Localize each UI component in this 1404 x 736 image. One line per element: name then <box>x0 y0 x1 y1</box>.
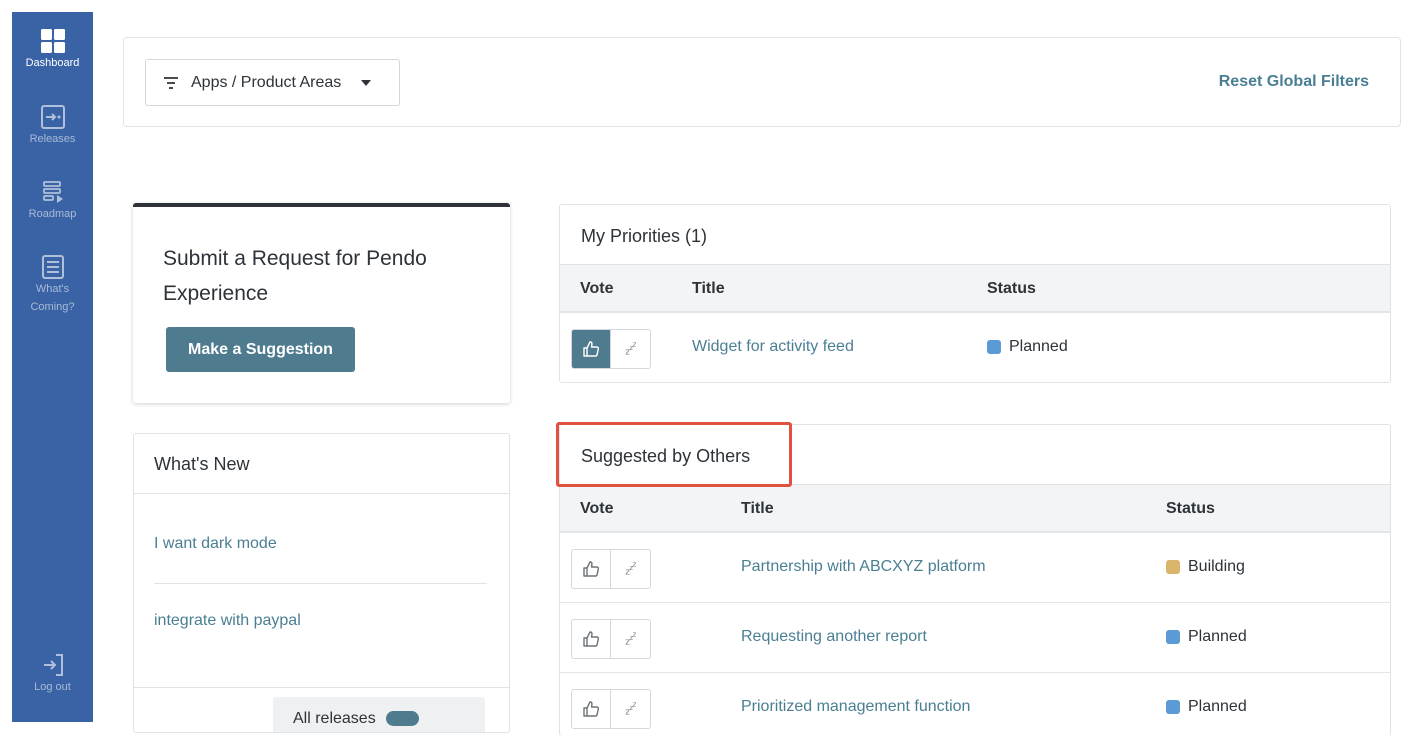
roadmap-icon <box>42 181 63 203</box>
thumbs-up-icon <box>583 631 600 647</box>
column-header-title: Title <box>692 280 725 297</box>
whats-coming-icon <box>41 255 64 279</box>
column-header-title: Title <box>741 500 774 517</box>
column-header-status: Status <box>987 280 1036 297</box>
table-header: Vote Title Status <box>560 265 1390 313</box>
snooze-icon: zzz <box>625 630 636 648</box>
table-row: zzz Partnership with ABCXYZ platform Bui… <box>560 533 1390 603</box>
vote-buttons: zzz <box>571 689 651 729</box>
upvote-button[interactable] <box>572 620 612 658</box>
sidebar-item-roadmap[interactable]: Roadmap <box>12 179 93 223</box>
sidebar-item-label: What's Coming? <box>30 283 75 313</box>
all-releases-button[interactable]: All releases <box>273 697 485 732</box>
status-dot <box>1166 630 1180 644</box>
status-label: Planned <box>1188 698 1247 715</box>
sidebar-item-label: Dashboard <box>25 57 80 69</box>
status-label: Planned <box>1009 338 1068 355</box>
row-title-link[interactable]: Requesting another report <box>741 628 927 646</box>
vote-buttons: zzz <box>571 549 651 589</box>
status-dot <box>1166 700 1180 714</box>
thumbs-up-icon <box>583 701 600 717</box>
sidebar-item-label: Releases <box>29 133 76 145</box>
suggested-by-others-title: Suggested by Others <box>560 425 1390 485</box>
snooze-button[interactable]: zzz <box>611 550 650 588</box>
row-title-link[interactable]: Partnership with ABCXYZ platform <box>741 558 986 576</box>
status-label: Planned <box>1188 628 1247 645</box>
logout-label: Log out <box>34 681 71 693</box>
table-row: zzz Prioritized management function Plan… <box>560 673 1390 736</box>
table-header: Vote Title Status <box>560 485 1390 533</box>
upvote-button[interactable] <box>572 690 612 728</box>
row-title-link[interactable]: Widget for activity feed <box>692 338 854 356</box>
snooze-icon: zzz <box>625 700 636 718</box>
status-dot <box>987 340 1001 354</box>
snooze-button[interactable]: zzz <box>611 690 650 728</box>
table-row: zzz Widget for activity feed Planned <box>560 313 1390 382</box>
status-badge: Planned <box>1166 628 1247 646</box>
status-badge: Building <box>1166 558 1245 576</box>
snooze-button[interactable]: zzz <box>611 620 650 658</box>
status-badge: Planned <box>987 338 1068 356</box>
divider <box>154 583 487 584</box>
upvote-button[interactable] <box>572 330 612 368</box>
suggested-by-others-table: Suggested by Others Vote Title Status zz… <box>559 424 1391 736</box>
thumbs-up-icon <box>583 341 600 357</box>
snooze-icon: zzz <box>625 560 636 578</box>
submit-request-title: Submit a Request for Pendo Experience <box>163 247 427 305</box>
column-header-vote: Vote <box>580 500 614 517</box>
divider <box>134 687 509 688</box>
status-badge: Planned <box>1166 698 1247 716</box>
grid-icon <box>40 29 65 53</box>
my-priorities-title: My Priorities (1) <box>560 205 1390 265</box>
product-areas-label: Apps / Product Areas <box>191 73 342 91</box>
product-areas-dropdown[interactable]: Apps / Product Areas <box>145 59 400 106</box>
upvote-button[interactable] <box>572 550 612 588</box>
table-row: zzz Requesting another report Planned <box>560 603 1390 673</box>
sidebar-item-whats-coming[interactable]: What's Coming? <box>12 254 93 316</box>
snooze-button[interactable]: zzz <box>611 330 650 368</box>
releases-badge <box>386 711 419 727</box>
sidebar-item-dashboard[interactable]: Dashboard <box>12 28 93 72</box>
make-suggestion-button[interactable]: Make a Suggestion <box>166 327 355 372</box>
status-dot <box>1166 560 1180 574</box>
whats-new-item[interactable]: integrate with paypal <box>154 612 301 630</box>
vote-buttons: zzz <box>571 619 651 659</box>
sidebar-item-label: Roadmap <box>28 208 77 220</box>
logout-icon <box>43 654 63 676</box>
vote-buttons: zzz <box>571 329 651 369</box>
logout-button[interactable]: Log out <box>12 652 93 696</box>
whats-new-card: What's New I want dark mode integrate wi… <box>133 433 510 733</box>
whats-new-item[interactable]: I want dark mode <box>154 535 277 553</box>
my-priorities-table: My Priorities (1) Vote Title Status zzz … <box>559 204 1391 383</box>
all-releases-label: All releases <box>293 710 376 727</box>
filter-icon <box>164 76 178 89</box>
snooze-icon: zzz <box>625 340 636 358</box>
reset-global-filters-link[interactable]: Reset Global Filters <box>1219 73 1369 91</box>
column-header-status: Status <box>1166 500 1215 517</box>
global-filter-bar: Apps / Product Areas Reset Global Filter… <box>123 37 1401 127</box>
row-title-link[interactable]: Prioritized management function <box>741 698 970 716</box>
thumbs-up-icon <box>583 561 600 577</box>
column-header-vote: Vote <box>580 280 614 297</box>
status-label: Building <box>1188 558 1245 575</box>
caret-down-icon <box>361 79 372 86</box>
sidebar: Dashboard Releases Roadmap What's Coming… <box>12 12 93 722</box>
releases-icon <box>40 105 65 129</box>
sidebar-item-releases[interactable]: Releases <box>12 104 93 148</box>
whats-new-title: What's New <box>134 434 509 494</box>
submit-request-card: Submit a Request for Pendo Experience Ma… <box>133 203 510 403</box>
